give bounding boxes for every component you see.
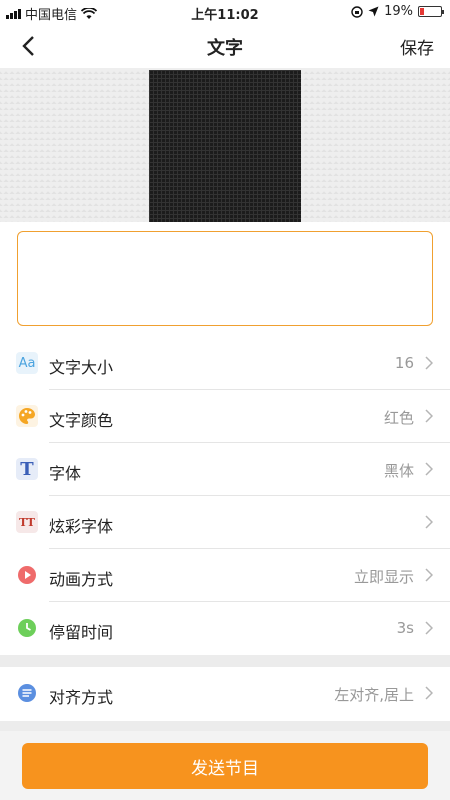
led-preview-screen bbox=[149, 70, 301, 222]
setting-value: 立即显示 bbox=[353, 568, 414, 586]
page-title: 文字 bbox=[207, 38, 243, 59]
preview-area bbox=[0, 68, 450, 222]
location-icon bbox=[368, 6, 379, 17]
chevron-right-icon bbox=[425, 568, 433, 582]
settings-list: Aa 文字大小 16 文字颜色 红色 T 字体 黑体 TT 炫彩字体 动画方式 … bbox=[0, 337, 450, 655]
chevron-right-icon bbox=[425, 515, 433, 529]
nav-bar: 文字 保存 bbox=[0, 22, 450, 68]
setting-value: 16 bbox=[394, 354, 414, 372]
fancy-font-icon: TT bbox=[16, 511, 38, 533]
chevron-right-icon bbox=[425, 356, 433, 370]
setting-label: 炫彩字体 bbox=[49, 517, 114, 536]
chevron-right-icon bbox=[425, 409, 433, 423]
setting-label: 对齐方式 bbox=[49, 688, 114, 707]
setting-value: 3s bbox=[396, 619, 414, 637]
status-bar: 中国电信 上午11:02 19% bbox=[0, 0, 450, 23]
setting-row-animation[interactable]: 动画方式 立即显示 bbox=[0, 549, 450, 602]
status-right: 19% bbox=[351, 4, 444, 19]
setting-row-text-color[interactable]: 文字颜色 红色 bbox=[0, 390, 450, 443]
input-section bbox=[0, 222, 450, 337]
save-button[interactable]: 保存 bbox=[400, 34, 434, 59]
alignment-settings: 对齐方式 左对齐,居上 bbox=[0, 667, 450, 721]
setting-label: 动画方式 bbox=[49, 570, 114, 589]
clock-icon bbox=[16, 617, 38, 639]
setting-value: 左对齐,居上 bbox=[334, 686, 414, 704]
align-icon bbox=[16, 682, 38, 704]
setting-label: 停留时间 bbox=[49, 623, 114, 642]
font-family-icon: T bbox=[16, 458, 38, 480]
setting-label: 文字大小 bbox=[49, 358, 114, 377]
setting-label: 文字颜色 bbox=[49, 411, 114, 430]
setting-value: 红色 bbox=[383, 409, 414, 427]
send-program-button[interactable]: 发送节目 bbox=[22, 743, 428, 789]
text-content-input[interactable] bbox=[17, 231, 433, 326]
palette-icon bbox=[16, 405, 38, 427]
chevron-right-icon bbox=[425, 686, 433, 700]
setting-value: 黑体 bbox=[383, 462, 414, 480]
chevron-right-icon bbox=[425, 462, 433, 476]
play-icon bbox=[16, 564, 38, 586]
setting-label: 字体 bbox=[49, 464, 82, 483]
battery-percent: 19% bbox=[384, 4, 413, 19]
bottom-bar: 发送节目 bbox=[0, 731, 450, 800]
setting-row-fancy-font[interactable]: TT 炫彩字体 bbox=[0, 496, 450, 549]
chevron-right-icon bbox=[425, 621, 433, 635]
setting-row-stay-time[interactable]: 停留时间 3s bbox=[0, 602, 450, 655]
setting-row-font-size[interactable]: Aa 文字大小 16 bbox=[0, 337, 450, 390]
setting-row-alignment[interactable]: 对齐方式 左对齐,居上 bbox=[0, 667, 450, 720]
font-size-icon: Aa bbox=[16, 352, 38, 374]
setting-row-font-family[interactable]: T 字体 黑体 bbox=[0, 443, 450, 496]
battery-icon bbox=[418, 6, 444, 17]
rotation-lock-icon bbox=[351, 5, 363, 18]
